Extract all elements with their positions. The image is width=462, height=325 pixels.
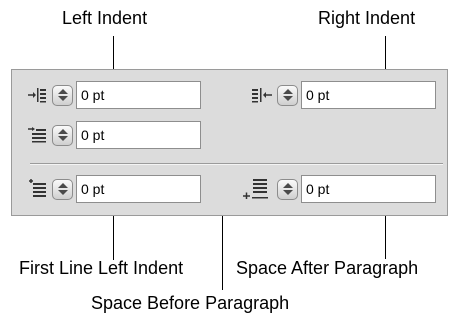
left-indent-stepper[interactable]: [52, 84, 73, 106]
stepper-down-icon: [282, 190, 293, 195]
first-line-indent-control: 0 pt: [25, 120, 201, 150]
stepper-down-icon: [57, 190, 68, 195]
space-before-stepper[interactable]: [52, 178, 73, 200]
first-line-indent-icon: [25, 123, 49, 147]
right-indent-stepper[interactable]: [277, 84, 298, 106]
stepper-up-icon: [57, 89, 68, 94]
callout-left-indent: Left Indent: [62, 8, 148, 28]
right-indent-input[interactable]: 0 pt: [301, 81, 436, 109]
stepper-up-icon: [57, 129, 68, 134]
space-after-stepper[interactable]: [277, 178, 298, 200]
stepper-up-icon: [282, 89, 293, 94]
stepper-down-icon: [282, 96, 293, 101]
first-line-indent-input[interactable]: 0 pt: [76, 121, 201, 149]
first-line-indent-stepper[interactable]: [52, 124, 73, 146]
right-indent-control: 0 pt: [250, 80, 436, 110]
right-indent-icon: [250, 83, 274, 107]
indent-spacing-panel: 0 pt 0 pt 0 pt 0 pt 0 pt: [11, 69, 448, 216]
left-indent-input[interactable]: 0 pt: [76, 81, 201, 109]
space-after-icon: [238, 177, 274, 201]
space-after-control: 0 pt: [238, 174, 436, 204]
callout-space-before-paragraph: Space Before Paragraph: [91, 293, 290, 313]
space-before-control: 0 pt: [25, 174, 201, 204]
stepper-down-icon: [57, 96, 68, 101]
callout-first-line-left-indent: First Line Left Indent: [19, 258, 184, 278]
callout-right-indent: Right Indent: [318, 8, 416, 28]
panel-divider-highlight: [30, 164, 443, 165]
stepper-up-icon: [282, 183, 293, 188]
left-indent-control: 0 pt: [25, 80, 201, 110]
space-before-icon: [25, 177, 49, 201]
stepper-down-icon: [57, 136, 68, 141]
space-after-input[interactable]: 0 pt: [301, 175, 436, 203]
space-before-input[interactable]: 0 pt: [76, 175, 201, 203]
left-indent-icon: [25, 83, 49, 107]
stepper-up-icon: [57, 183, 68, 188]
callout-space-after-paragraph: Space After Paragraph: [236, 258, 419, 278]
